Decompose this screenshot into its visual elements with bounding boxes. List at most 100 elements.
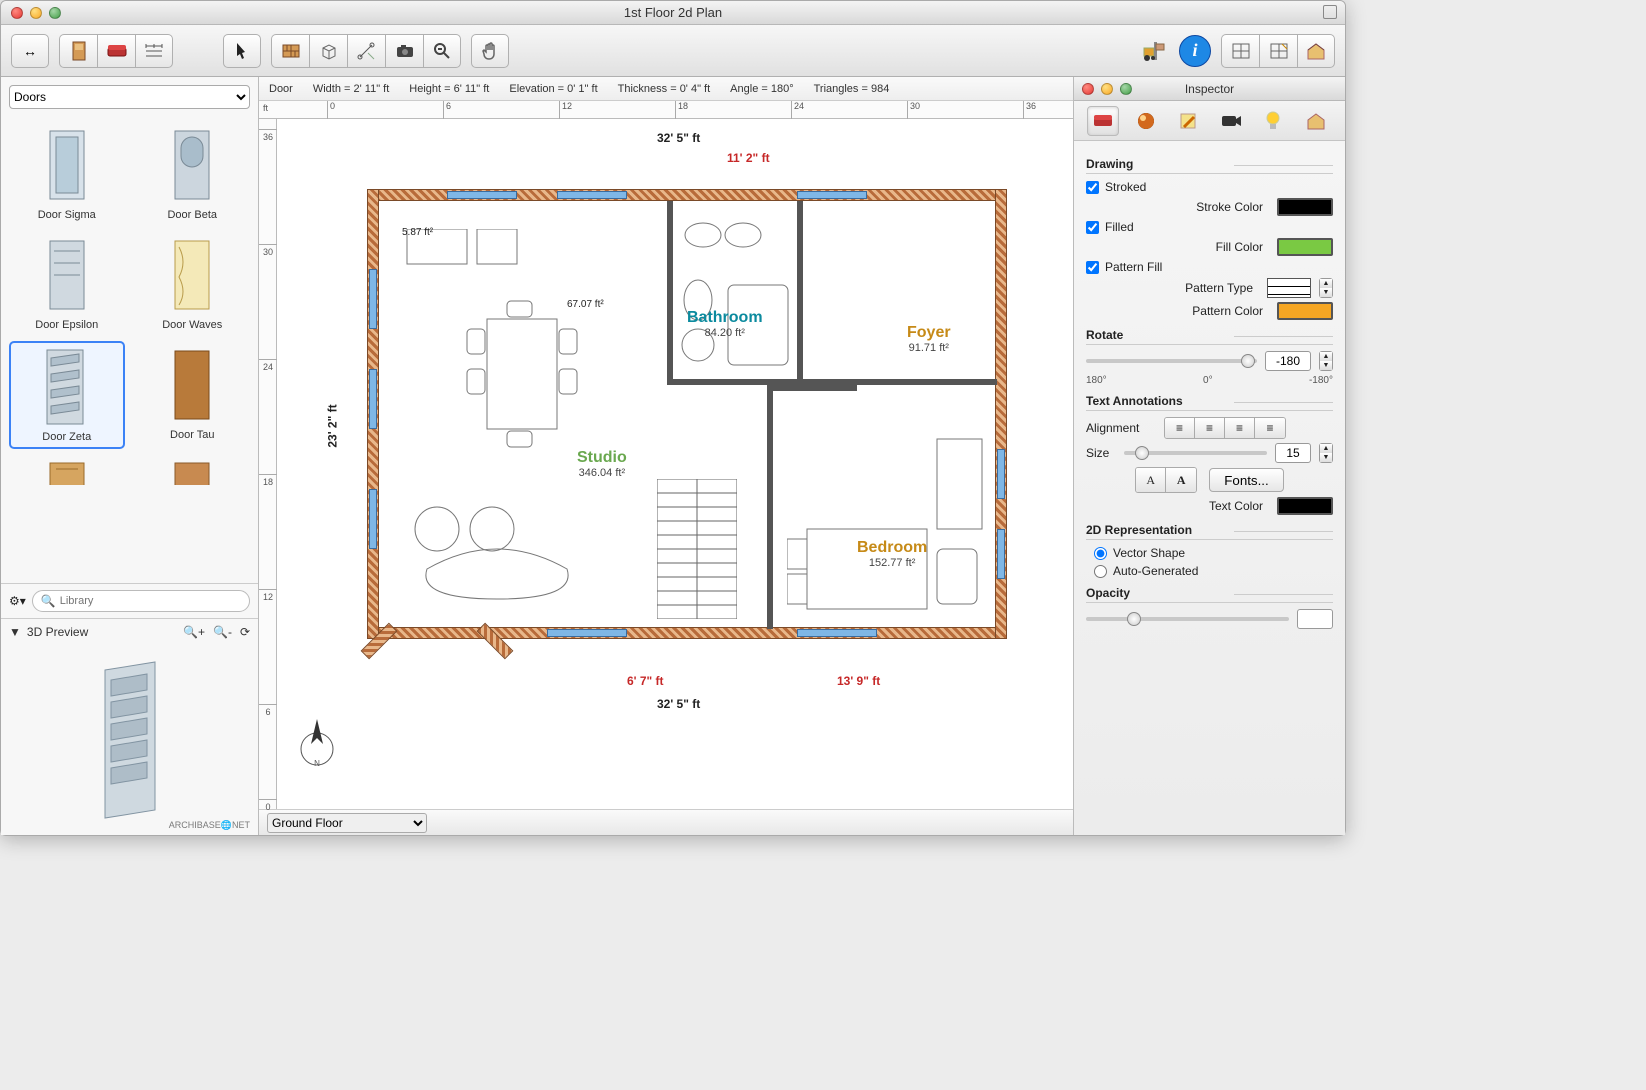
material-tab[interactable] bbox=[1130, 106, 1162, 136]
edit-tab[interactable] bbox=[1172, 106, 1204, 136]
door-thumb bbox=[157, 459, 227, 485]
zoom-window-icon[interactable] bbox=[49, 7, 61, 19]
pattern-fill-checkbox[interactable]: Pattern Fill bbox=[1086, 260, 1162, 274]
search-input[interactable] bbox=[60, 595, 241, 607]
rep-vector-radio[interactable] bbox=[1094, 547, 1107, 560]
fullscreen-icon[interactable] bbox=[1323, 5, 1337, 19]
door-icon[interactable] bbox=[59, 34, 97, 68]
preview-3d[interactable]: ARCHIBASE🌐NET bbox=[1, 645, 258, 835]
library-item[interactable]: Door Waves bbox=[135, 231, 251, 335]
hand-icon[interactable] bbox=[471, 34, 509, 68]
dim-top-right: 11' 2" ft bbox=[727, 151, 770, 165]
section-opacity: Opacity bbox=[1086, 586, 1333, 603]
bedroom-furniture bbox=[787, 409, 987, 619]
library-item[interactable] bbox=[9, 455, 125, 485]
dim-overall-width-top: 32' 5" ft bbox=[657, 131, 700, 145]
category-select[interactable]: Doors bbox=[9, 85, 250, 109]
rotate-value[interactable] bbox=[1265, 351, 1311, 371]
camera-tab[interactable] bbox=[1215, 106, 1247, 136]
zoom-in-icon[interactable]: 🔍+ bbox=[183, 625, 205, 639]
fonts-button[interactable]: Fonts... bbox=[1209, 468, 1283, 492]
rep-vector-row[interactable]: Vector Shape bbox=[1094, 546, 1333, 560]
measure-icon[interactable] bbox=[347, 34, 385, 68]
rotate-slider[interactable] bbox=[1086, 359, 1257, 363]
minimize-icon[interactable] bbox=[30, 7, 42, 19]
object-tab[interactable] bbox=[1087, 106, 1119, 136]
zoom-icon[interactable] bbox=[423, 34, 461, 68]
section-rep: 2D Representation bbox=[1086, 523, 1333, 540]
zoom-out-icon[interactable]: 🔍- bbox=[213, 625, 232, 639]
forklift-icon[interactable] bbox=[1137, 35, 1169, 67]
camera-icon[interactable] bbox=[385, 34, 423, 68]
close-icon[interactable] bbox=[1082, 83, 1094, 95]
inspector-tabs bbox=[1074, 101, 1345, 141]
text-size-value[interactable] bbox=[1275, 443, 1311, 463]
info-thickness: Thickness = 0' 4" ft bbox=[618, 83, 711, 95]
text-color-swatch[interactable] bbox=[1277, 497, 1333, 515]
house-tab[interactable] bbox=[1300, 106, 1332, 136]
library-search[interactable]: 🔍 bbox=[32, 590, 250, 612]
stroked-checkbox[interactable]: Stroked bbox=[1086, 180, 1146, 194]
home-icon[interactable] bbox=[1297, 34, 1335, 68]
library-item[interactable]: Door Beta bbox=[135, 121, 251, 225]
text-size-slider[interactable] bbox=[1124, 451, 1267, 455]
titlebar: 1st Floor 2d Plan bbox=[1, 1, 1345, 25]
filled-checkbox[interactable]: Filled bbox=[1086, 220, 1134, 234]
light-tab[interactable] bbox=[1257, 106, 1289, 136]
wall-icon[interactable] bbox=[271, 34, 309, 68]
align-justify[interactable]: ≡ bbox=[1255, 418, 1285, 438]
door-thumb bbox=[32, 235, 102, 315]
info-icon[interactable]: i bbox=[1179, 35, 1211, 67]
gear-icon[interactable]: ⚙▾ bbox=[9, 594, 26, 608]
info-triangles: Triangles = 984 bbox=[814, 83, 890, 95]
compass-icon: N bbox=[297, 714, 337, 769]
library-item-selected[interactable]: Door Zeta bbox=[9, 341, 125, 449]
close-icon[interactable] bbox=[11, 7, 23, 19]
library-item[interactable]: Door Sigma bbox=[9, 121, 125, 225]
text-size-stepper[interactable]: ▲▼ bbox=[1319, 443, 1333, 463]
disclosure-icon[interactable]: ▼ bbox=[9, 625, 21, 639]
view3d-icon[interactable] bbox=[1259, 34, 1297, 68]
opacity-value[interactable] bbox=[1297, 609, 1333, 629]
font-bold[interactable]: A bbox=[1166, 468, 1196, 492]
view-group bbox=[1221, 34, 1335, 68]
library-item[interactable]: Door Epsilon bbox=[9, 231, 125, 335]
cube-icon[interactable] bbox=[309, 34, 347, 68]
rotate-stepper[interactable]: ▲▼ bbox=[1319, 351, 1333, 371]
zoom-window-icon[interactable] bbox=[1120, 83, 1132, 95]
info-height: Height = 6' 11" ft bbox=[409, 83, 489, 95]
align-left[interactable]: ≡ bbox=[1165, 418, 1195, 438]
window-title: 1st Floor 2d Plan bbox=[1, 5, 1345, 20]
sofa-icon[interactable] bbox=[97, 34, 135, 68]
pattern-stepper[interactable]: ▲▼ bbox=[1319, 278, 1333, 298]
dimensions-icon[interactable] bbox=[135, 34, 173, 68]
reset-zoom-icon[interactable]: ⟳ bbox=[240, 625, 250, 639]
align-right[interactable]: ≡ bbox=[1225, 418, 1255, 438]
align-center[interactable]: ≡ bbox=[1195, 418, 1225, 438]
fill-color-swatch[interactable] bbox=[1277, 238, 1333, 256]
stroke-color-swatch[interactable] bbox=[1277, 198, 1333, 216]
pointer-icon[interactable] bbox=[223, 34, 261, 68]
rep-auto-radio[interactable] bbox=[1094, 565, 1107, 578]
font-plain[interactable]: A bbox=[1136, 468, 1166, 492]
section-rotate: Rotate bbox=[1086, 328, 1333, 345]
dim-bottom-right: 13' 9" ft bbox=[837, 674, 880, 688]
library-item[interactable]: Door Tau bbox=[135, 341, 251, 449]
info-width: Width = 2' 11" ft bbox=[313, 83, 389, 95]
opacity-slider[interactable] bbox=[1086, 617, 1289, 621]
section-drawing: Drawing bbox=[1086, 157, 1333, 174]
pattern-color-swatch[interactable] bbox=[1277, 302, 1333, 320]
floor-select[interactable]: Ground Floor bbox=[267, 813, 427, 833]
nav-toggle[interactable]: ↔ bbox=[11, 34, 49, 68]
studio-furniture bbox=[397, 229, 657, 609]
library-footer: ⚙▾ 🔍 bbox=[1, 583, 258, 618]
door-thumb bbox=[32, 347, 102, 427]
view2d-icon[interactable] bbox=[1221, 34, 1259, 68]
area-closet: 5.87 ft² bbox=[402, 227, 433, 238]
room-label-foyer: Foyer 91.71 ft² bbox=[907, 324, 951, 354]
library-sidebar: Doors Door Sigma Door Beta Door Epsilon bbox=[1, 77, 259, 835]
library-item[interactable] bbox=[135, 455, 251, 485]
minimize-icon[interactable] bbox=[1101, 83, 1113, 95]
pattern-type-picker[interactable] bbox=[1267, 278, 1311, 298]
rep-auto-row[interactable]: Auto-Generated bbox=[1094, 564, 1333, 578]
